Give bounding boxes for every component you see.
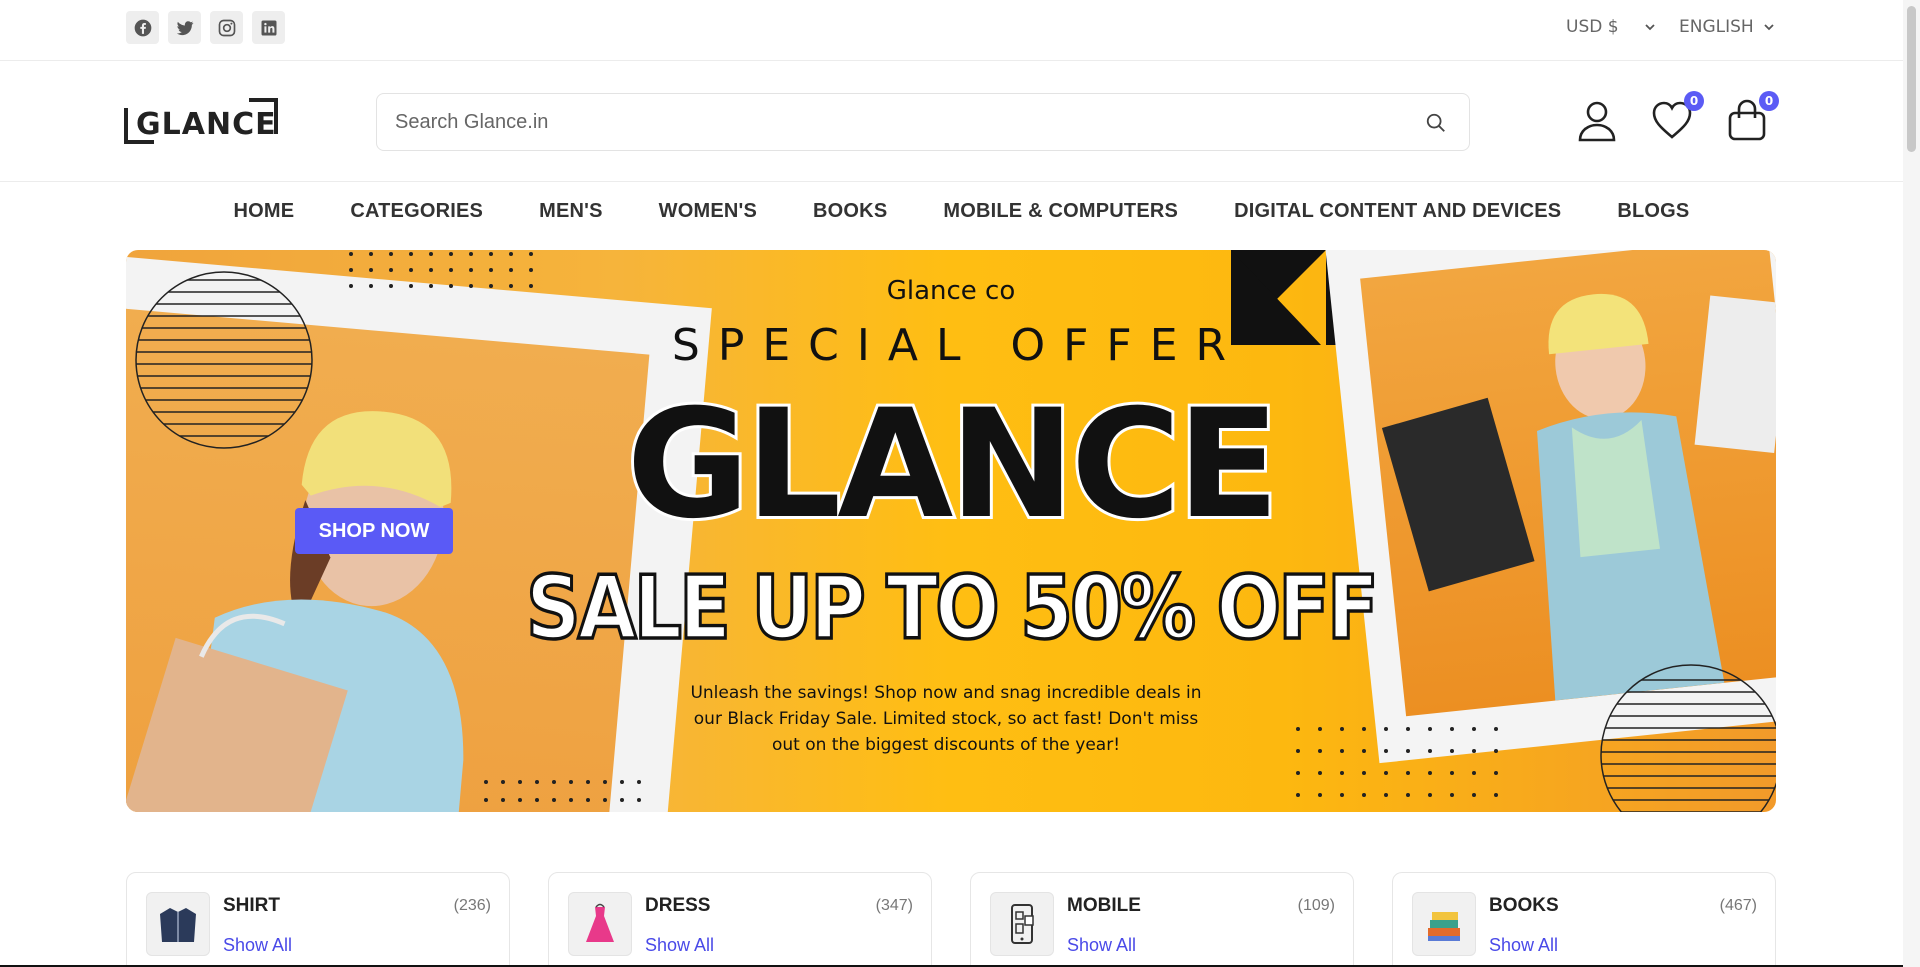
facebook-icon[interactable]	[126, 11, 159, 44]
category-card-mobile[interactable]: MOBILE (109) Show All	[970, 872, 1354, 967]
show-all-link[interactable]: Show All	[1489, 935, 1558, 956]
nav-item-mens[interactable]: MEN'S	[539, 200, 603, 232]
social-links	[126, 11, 285, 44]
banner-sale-text: SALE UP TO 50% OFF	[525, 556, 1381, 659]
category-name: BOOKS	[1489, 895, 1559, 916]
banner-special-offer: SPECIAL OFFER	[671, 320, 1245, 371]
twitter-icon[interactable]	[168, 11, 201, 44]
category-count: (109)	[1297, 897, 1335, 914]
glance-logo[interactable]: GLANCE	[124, 96, 279, 146]
nav-item-digital-content[interactable]: DIGITAL CONTENT AND DEVICES	[1234, 200, 1561, 232]
scrollbar-thumb[interactable]	[1907, 6, 1916, 152]
cart-count-badge: 0	[1759, 91, 1779, 111]
show-all-link[interactable]: Show All	[645, 935, 714, 956]
category-name: SHIRT	[223, 895, 280, 916]
nav-item-mobile-computers[interactable]: MOBILE & COMPUTERS	[943, 200, 1178, 232]
nav-item-womens[interactable]: WOMEN'S	[659, 200, 757, 232]
category-card-books[interactable]: BOOKS (467) Show All	[1392, 872, 1776, 967]
language-selector[interactable]: ENGLISH	[1679, 17, 1776, 37]
page-scrollbar[interactable]	[1903, 0, 1920, 967]
chevron-down-icon	[1764, 24, 1774, 31]
wishlist-count-badge: 0	[1684, 91, 1704, 111]
category-count: (236)	[453, 897, 491, 914]
hero-banner[interactable]: Glance co SPECIAL OFFER GLANCE SALE UP T…	[126, 250, 1776, 812]
category-cards: SHIRT (236) Show All DRESS (347) Show Al…	[126, 872, 1776, 967]
top-bar: USD $ ENGLISH	[0, 0, 1903, 61]
category-card-dress[interactable]: DRESS (347) Show All	[548, 872, 932, 967]
category-card-shirt[interactable]: SHIRT (236) Show All	[126, 872, 510, 967]
show-all-link[interactable]: Show All	[223, 935, 292, 956]
banner-brand: Glance co	[886, 276, 1016, 306]
nav-item-books[interactable]: BOOKS	[813, 200, 887, 232]
dots-decoration	[1296, 727, 1498, 797]
banner-description: Unleash the savings! Shop now and snag i…	[690, 683, 1202, 755]
svg-text:GLANCE: GLANCE	[136, 107, 277, 142]
phone-icon	[990, 892, 1054, 956]
search-icon[interactable]	[1425, 112, 1447, 134]
nav-item-blogs[interactable]: BLOGS	[1617, 200, 1689, 232]
show-all-link[interactable]: Show All	[1067, 935, 1136, 956]
shop-now-button[interactable]: SHOP NOW	[295, 508, 453, 554]
category-name: MOBILE	[1067, 895, 1141, 916]
main-nav: HOME CATEGORIES MEN'S WOMEN'S BOOKS MOBI…	[0, 200, 1903, 232]
books-icon	[1412, 892, 1476, 956]
main-header: GLANCE 0 0	[0, 62, 1903, 182]
dress-icon	[568, 892, 632, 956]
category-name: DRESS	[645, 895, 711, 916]
user-icon[interactable]	[1575, 98, 1619, 142]
dots-decoration	[484, 780, 641, 802]
linkedin-icon[interactable]	[252, 11, 285, 44]
instagram-icon[interactable]	[210, 11, 243, 44]
category-count: (467)	[1719, 897, 1757, 914]
nav-item-home[interactable]: HOME	[234, 200, 295, 232]
chevron-down-icon[interactable]	[1643, 20, 1657, 34]
search-bar	[376, 93, 1470, 151]
search-input[interactable]	[395, 94, 1375, 150]
language-label: ENGLISH	[1679, 17, 1754, 37]
striped-circle-decoration	[1600, 664, 1776, 812]
currency-label: USD $	[1566, 17, 1619, 37]
nav-item-categories[interactable]: CATEGORIES	[350, 200, 483, 232]
jacket-icon	[146, 892, 210, 956]
category-count: (347)	[875, 897, 913, 914]
currency-selector[interactable]: USD $	[1566, 17, 1619, 37]
